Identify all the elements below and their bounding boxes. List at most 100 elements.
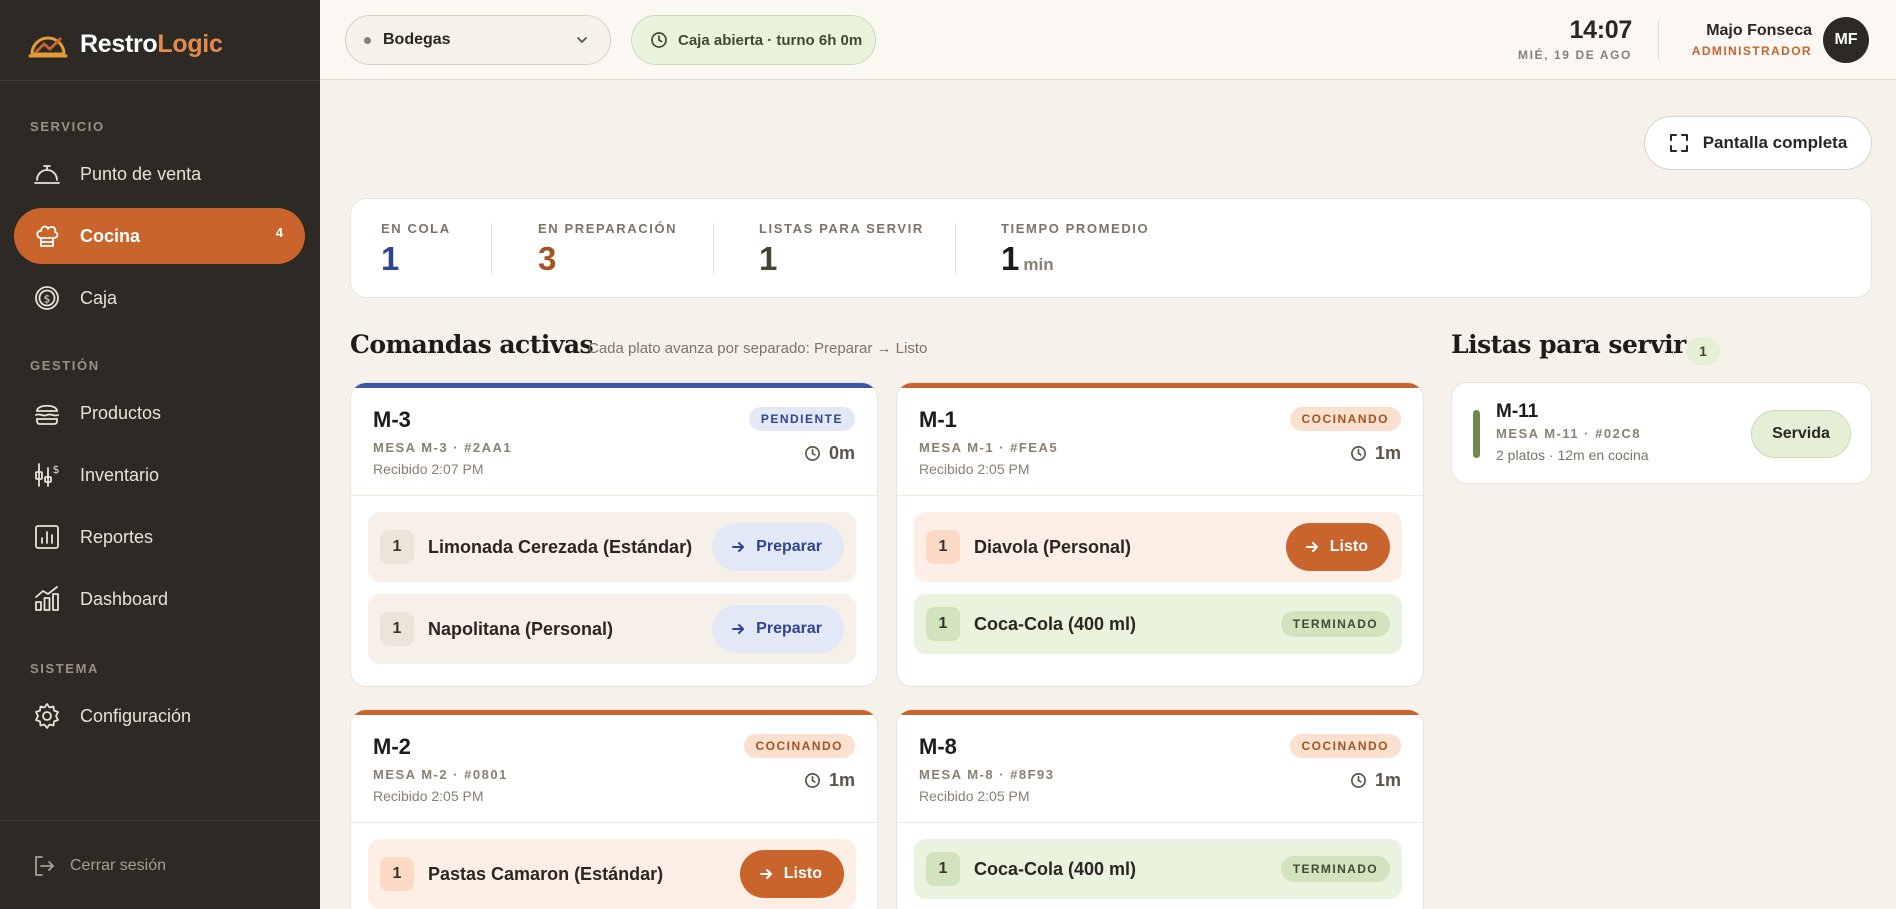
item-name: Pastas Camaron (Estándar) <box>428 863 664 884</box>
sidebar-item-label: Configuración <box>80 705 192 726</box>
status-badge: COCINANDO <box>743 734 855 758</box>
item-quantity: 1 <box>926 852 960 886</box>
fullscreen-button[interactable]: Pantalla completa <box>1644 116 1872 170</box>
sidebar-item-caja[interactable]: $ Caja <box>14 270 305 326</box>
order-table-code: MESA M-3 · #2AA1 <box>373 440 513 455</box>
order-card-m3: M-3 MESA M-3 · #2AA1 Recibido 2:07 PM PE… <box>350 382 878 687</box>
branch-select[interactable]: Bodegas <box>345 15 611 65</box>
order-card-m1: M-1 MESA M-1 · #FEA5 Recibido 2:05 PM CO… <box>896 382 1424 687</box>
stat-divider <box>955 223 956 275</box>
item-name: Limonada Cerezada (Estándar) <box>428 536 693 557</box>
arrow-right-icon <box>759 869 772 879</box>
status-badge: PENDIENTE <box>748 407 855 431</box>
active-orders-title: Comandas activas <box>350 330 594 359</box>
order-elapsed: 1m <box>1350 443 1401 464</box>
cash-status-text: Caja abierta · turno 6h 0m <box>678 31 863 49</box>
item-name: Coca-Cola (400 ml) <box>974 858 1137 879</box>
order-id: M-3 <box>373 407 411 432</box>
current-time: 14:07 <box>1569 16 1633 44</box>
item-quantity: 1 <box>380 530 414 564</box>
ready-button-label: Listo <box>783 865 822 882</box>
prepare-button[interactable]: Preparar <box>712 605 844 653</box>
bar-chart-icon <box>35 525 59 549</box>
stat-en-preparacion: EN PREPARACIÓN 3 <box>538 221 677 278</box>
sidebar-item-configuracion[interactable]: Configuración <box>14 688 305 744</box>
section-label-sistema: SISTEMA <box>30 661 99 676</box>
sidebar-item-productos[interactable]: Productos <box>14 385 305 441</box>
sidebar-item-label: Caja <box>80 287 118 308</box>
order-received-time: Recibido 2:07 PM <box>373 461 484 477</box>
logout-button[interactable]: Cerrar sesión <box>32 854 166 878</box>
dollar-coin-icon: $ <box>35 286 59 310</box>
card-status-stripe <box>351 383 877 388</box>
sidebar-item-cocina[interactable]: Cocina 4 <box>14 208 305 264</box>
order-id: M-8 <box>919 734 957 759</box>
item-name: Napolitana (Personal) <box>428 618 614 639</box>
item-quantity: 1 <box>926 530 960 564</box>
ready-order-card: M-11 MESA M-11 · #02C8 2 platos · 12m en… <box>1451 382 1872 484</box>
clock-icon <box>1351 773 1366 788</box>
stat-listas-para-servir: LISTAS PARA SERVIR 1 <box>759 221 924 278</box>
top-header: Bodegas Caja abierta · turno 6h 0m 14:07… <box>320 0 1896 80</box>
order-received-time: Recibido 2:05 PM <box>373 788 484 804</box>
status-badge: COCINANDO <box>1289 407 1401 431</box>
elapsed-value: 1m <box>828 770 855 790</box>
user-role: ADMINISTRADOR <box>1691 44 1812 58</box>
stat-value: 3 <box>538 240 557 277</box>
sidebar-item-label: Reportes <box>80 526 154 547</box>
stat-label: EN COLA <box>381 221 451 236</box>
sidebar-item-reportes[interactable]: Reportes <box>14 509 305 565</box>
section-label-gestion: GESTIÓN <box>30 358 100 373</box>
prepare-button-label: Preparar <box>756 620 822 637</box>
card-status-stripe <box>897 710 1423 715</box>
card-divider <box>897 495 1423 496</box>
status-badge: COCINANDO <box>1289 734 1401 758</box>
order-card-m8: M-8 MESA M-8 · #8F93 Recibido 2:05 PM CO… <box>896 709 1424 909</box>
stat-unit: min <box>1023 255 1054 274</box>
inventory-scale-icon: $ <box>35 463 60 487</box>
order-elapsed: 1m <box>804 770 855 791</box>
card-status-stripe <box>351 710 877 715</box>
prepare-button-label: Preparar <box>756 538 822 555</box>
svg-text:$: $ <box>44 293 51 306</box>
user-info[interactable]: Majo Fonseca ADMINISTRADOR <box>1692 22 1812 58</box>
cocina-count-badge: 4 <box>275 225 283 240</box>
stat-label: EN PREPARACIÓN <box>538 221 678 236</box>
stat-value: 1 <box>759 240 778 277</box>
clock-icon <box>1351 446 1366 461</box>
item-name: Coca-Cola (400 ml) <box>974 613 1137 634</box>
order-item: 1 Diavola (Personal) Listo <box>914 512 1402 582</box>
order-item: 1 Napolitana (Personal) Preparar <box>368 594 856 664</box>
sidebar-item-dashboard[interactable]: Dashboard <box>14 571 305 627</box>
header-divider <box>1658 20 1659 60</box>
ready-button[interactable]: Listo <box>739 850 844 898</box>
ready-button[interactable]: Listo <box>1285 523 1390 571</box>
sidebar-item-inventario[interactable]: $ Inventario <box>14 447 305 503</box>
order-elapsed: 0m <box>804 443 855 464</box>
chef-hat-icon <box>36 225 59 247</box>
prepare-button[interactable]: Preparar <box>712 523 844 571</box>
sidebar-item-label: Dashboard <box>80 588 169 609</box>
ready-status-bar <box>1473 410 1480 458</box>
sidebar-item-label: Cocina <box>80 225 141 246</box>
card-divider <box>897 822 1423 823</box>
sidebar-item-label: Punto de venta <box>80 163 202 184</box>
served-button[interactable]: Servida <box>1751 410 1851 458</box>
card-status-stripe <box>897 383 1423 388</box>
avatar[interactable]: MF <box>1823 17 1869 63</box>
fullscreen-label: Pantalla completa <box>1702 133 1848 152</box>
cash-status-badge[interactable]: Caja abierta · turno 6h 0m <box>631 15 876 65</box>
clock-icon <box>651 32 667 48</box>
arrow-right-icon <box>732 542 745 552</box>
order-table-code: MESA M-8 · #8F93 <box>919 767 1055 782</box>
elapsed-value: 0m <box>828 443 855 463</box>
chevron-down-icon <box>577 37 587 43</box>
sidebar-item-punto-de-venta[interactable]: Punto de venta <box>14 146 305 202</box>
ready-orders-title: Listas para servir <box>1451 330 1686 359</box>
order-item: 1 Pastas Camaron (Estándar) Listo <box>368 839 856 909</box>
brand-logo[interactable]: RestroLogic <box>28 28 223 60</box>
growth-chart-icon <box>35 586 59 611</box>
sidebar-item-label: Inventario <box>80 464 160 485</box>
item-name: Diavola (Personal) <box>974 536 1132 557</box>
order-received-time: Recibido 2:05 PM <box>919 788 1030 804</box>
